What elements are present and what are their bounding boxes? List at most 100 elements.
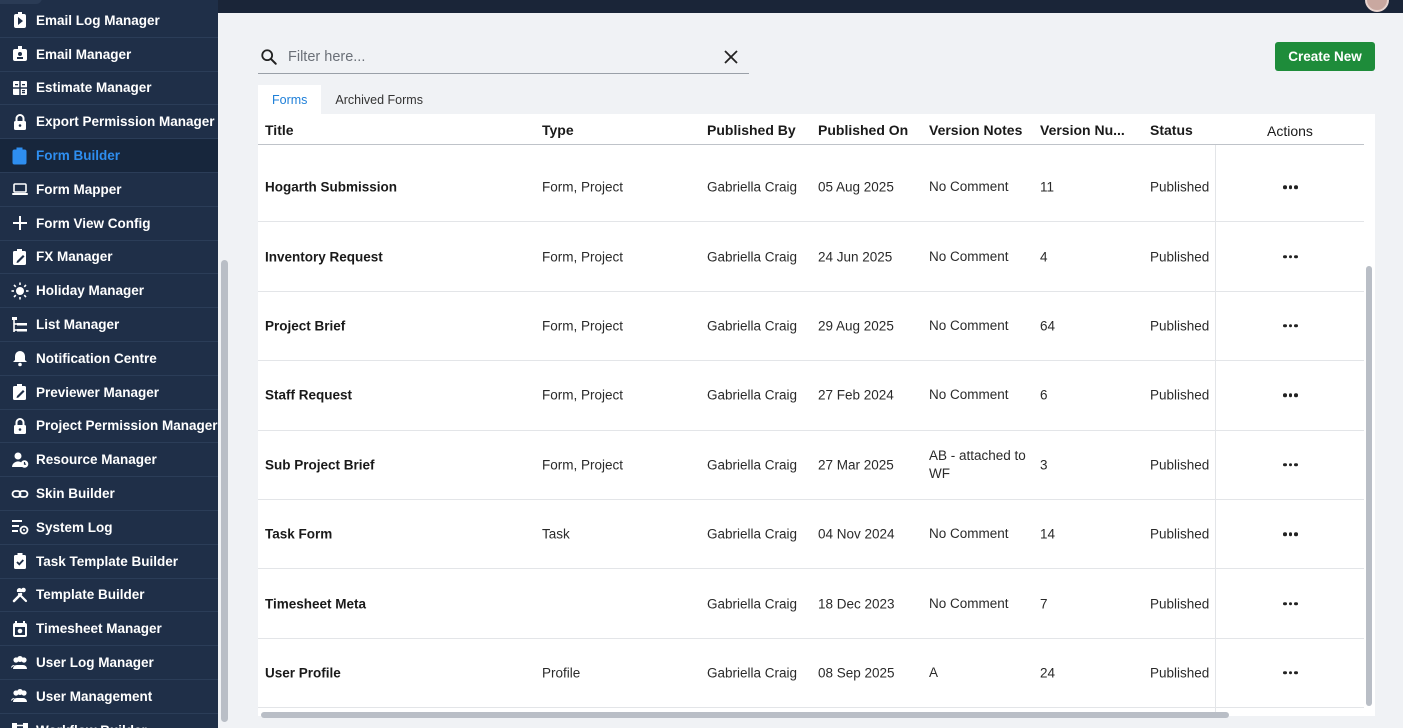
more-actions-icon[interactable] [1283,532,1298,536]
sidebar-item-timesheet-manager[interactable]: Timesheet Manager [0,612,218,647]
cell-version-notes: No Comment [929,526,1009,542]
cell-type: Form, Project [542,249,624,265]
table-row[interactable]: Sub Project Brief Form, Project Gabriella … [258,431,1364,500]
sidebar-item-system-log[interactable]: System Log [0,511,218,545]
tab-forms[interactable]: Forms [258,85,322,114]
top-bar [218,0,1403,13]
sidebar-item-notification-centre[interactable]: Notification Centre [0,342,218,376]
cell-published-on: 05 Aug 2025 [818,179,894,195]
cell-version-notes: No Comment [929,317,1009,333]
bell-icon [10,349,30,367]
calendar-icon [10,620,30,638]
cell-title: Task Form [265,526,333,542]
cell-version-number: 24 [1040,665,1056,681]
cell-published-on: 27 Feb 2024 [818,387,894,403]
cell-title: Hogarth Submission [265,179,398,195]
table-row[interactable]: User Profile Profile Gabriella Craig 08 Sep… [258,639,1364,709]
lock-icon [10,113,30,131]
sidebar-item-form-builder[interactable]: Form Builder [0,139,218,173]
sidebar: Email Log Manager Email Manager Estimate M… [0,0,218,728]
cell-status: Published [1150,665,1210,681]
table-row[interactable]: Inventory Request Form, Project Gabriella … [258,222,1364,292]
more-actions-icon[interactable] [1283,254,1298,259]
more-actions-icon[interactable] [1283,671,1298,675]
more-actions-icon[interactable] [1283,601,1298,606]
cell-version-notes: No Comment [929,595,1009,611]
sidebar-item-template-builder[interactable]: Template Builder [0,579,218,613]
cell-published-on: 29 Aug 2025 [818,318,894,334]
cell-type: Form, Project [542,318,624,334]
edit-clipboard-icon [10,248,30,266]
sidebar-item-label: FX Manager [36,249,113,265]
sidebar-item-user-log-manager[interactable]: User Log Manager [0,646,218,680]
cell-status: Published [1150,596,1210,612]
search-input[interactable] [288,49,723,65]
close-icon[interactable] [723,49,739,65]
sidebar-item-label: Template Builder [36,587,145,603]
column-header-version-number[interactable]: Version Nu... [1040,122,1125,138]
column-header-status[interactable]: Status [1150,122,1193,138]
cell-status: Published [1150,179,1210,195]
sidebar-item-label: Previewer Manager [36,384,160,400]
more-actions-icon[interactable] [1283,463,1298,467]
more-actions-icon[interactable] [1283,185,1298,189]
column-header-published-on[interactable]: Published On [818,122,908,138]
column-header-type[interactable]: Type [542,122,574,138]
search-bar [258,41,749,74]
table-row[interactable]: Task Form Task Gabriella Craig 04 Nov 2024 N… [258,500,1364,570]
cell-title: Inventory Request [265,249,383,265]
sidebar-item-skin-builder[interactable]: Skin Builder [0,477,218,511]
more-actions-icon[interactable] [1283,324,1298,328]
sidebar-item-fx-manager[interactable]: FX Manager [0,241,218,275]
create-new-button[interactable]: Create New [1275,42,1375,71]
cell-version-number: 3 [1040,457,1048,473]
column-header-title[interactable]: Title [265,122,294,138]
table-row[interactable]: Staff Request Form, Project Gabriella Crai… [258,361,1364,431]
sidebar-item-task-template-builder[interactable]: Task Template Builder [0,545,218,579]
cell-published-on: 27 Mar 2025 [818,457,894,473]
table-body: Hogarth Submission Form, Project Gabriella… [258,153,1364,709]
cell-type: Task [542,526,570,542]
table-row[interactable]: Timesheet Meta Gabriella Craig 18 Dec 2023… [258,569,1364,639]
cell-published-by: Gabriella Craig [707,596,798,612]
avatar[interactable] [1365,0,1389,12]
sidebar-item-user-management[interactable]: User Management [0,680,218,714]
table-horizontal-scrollbar[interactable] [261,712,1229,718]
forms-table: Title Type Published By Published On Ver… [258,114,1375,716]
sidebar-item-label: Notification Centre [36,350,157,366]
edit-clipboard-icon [10,383,30,401]
cell-published-by: Gabriella Craig [707,179,798,195]
sidebar-item-estimate-manager[interactable]: Estimate Manager [0,72,218,106]
cell-version-notes: AB - attached to WF [929,447,1026,481]
sidebar-scrollbar[interactable] [221,260,228,722]
sidebar-item-holiday-manager[interactable]: Holiday Manager [0,274,218,309]
tab-archived-forms[interactable]: Archived Forms [321,85,437,114]
column-header-published-by[interactable]: Published By [707,122,796,138]
table-row[interactable]: Hogarth Submission Form, Project Gabriella… [258,153,1364,223]
cell-version-number: 6 [1040,387,1048,403]
sidebar-item-workflow-builder[interactable]: Workflow Builder [0,714,218,728]
cell-version-notes: No Comment [929,179,1009,195]
sidebar-item-label: Export Permission Manager [36,114,215,130]
sidebar-item-list-manager[interactable]: List Manager [0,308,218,342]
sidebar-item-project-permission-manager[interactable]: Project Permission Manager [0,410,218,444]
sidebar-item-previewer-manager[interactable]: Previewer Manager [0,376,218,410]
sidebar-item-email-manager[interactable]: Email Manager [0,38,218,72]
more-actions-icon[interactable] [1283,393,1298,398]
cell-status: Published [1150,318,1210,334]
cell-version-number: 11 [1040,179,1055,195]
sidebar-item-export-permission-manager[interactable]: Export Permission Manager [0,105,218,140]
sidebar-item-email-log-manager[interactable]: Email Log Manager [0,4,218,38]
cell-version-notes: No Comment [929,248,1009,264]
sidebar-item-label: Estimate Manager [36,80,152,96]
sidebar-item-resource-manager[interactable]: Resource Manager [0,443,218,478]
column-header-version-notes[interactable]: Version Notes [929,122,1022,138]
sidebar-item-label: Timesheet Manager [36,621,162,637]
table-vertical-scrollbar[interactable] [1366,266,1372,706]
search-icon [261,49,277,65]
calculator-icon [10,79,30,97]
sidebar-item-form-mapper[interactable]: Form Mapper [0,173,218,207]
table-row[interactable]: Project Brief Form, Project Gabriella Crai… [258,292,1364,362]
clipboard-check-icon [10,552,30,570]
sidebar-item-form-view-config[interactable]: Form View Config [0,207,218,241]
